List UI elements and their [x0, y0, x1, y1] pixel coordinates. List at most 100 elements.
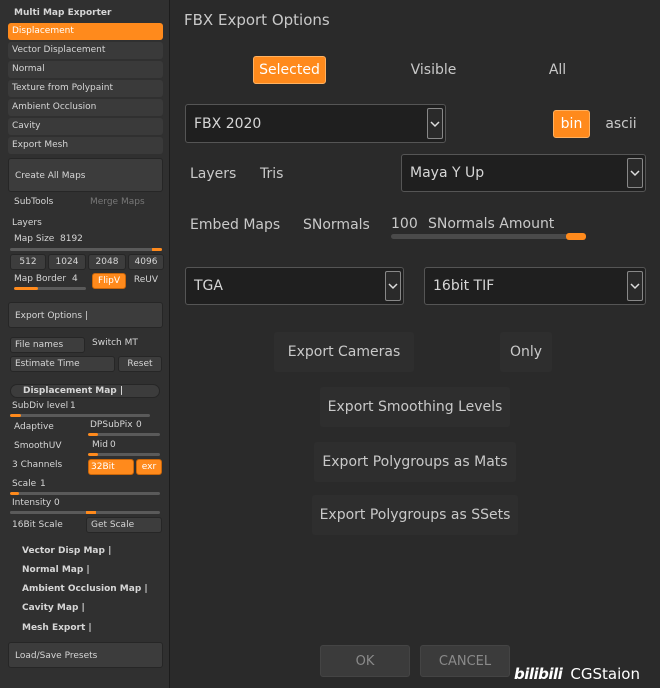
snormals-amount-slider[interactable] [391, 233, 586, 240]
size-4096-button[interactable]: 4096 [128, 254, 164, 270]
16bit-scale-button[interactable]: 16Bit Scale [12, 518, 82, 532]
up-axis-dropdown[interactable]: Maya Y Up [401, 154, 646, 192]
export-polygroups-ssets-button[interactable]: Export Polygroups as SSets [312, 495, 518, 535]
intensity-slider[interactable] [10, 511, 160, 514]
mid-value: 0 [110, 440, 116, 450]
only-button[interactable]: Only [500, 332, 552, 372]
fbx-version-value: FBX 2020 [194, 116, 262, 132]
embed-maps-button[interactable]: Embed Maps [190, 214, 290, 236]
normal-map-label: Normal Map [22, 565, 84, 575]
three-channels-button[interactable]: 3 Channels [12, 460, 82, 473]
displacement-map-label: Displacement Map [23, 386, 117, 396]
panel-title: Multi Map Exporter [14, 8, 112, 18]
map-row-normal[interactable]: Normal [8, 61, 163, 78]
vector-disp-map-label: Vector Disp Map [22, 546, 105, 556]
snormals-button[interactable]: SNormals [303, 214, 383, 236]
dialog-title: FBX Export Options [184, 11, 330, 29]
switch-mt-button[interactable]: Switch MT [92, 338, 162, 353]
scale-label: Scale [12, 479, 37, 489]
get-scale-button[interactable]: Get Scale [86, 517, 162, 533]
size-512-button[interactable]: 512 [10, 254, 46, 270]
merge-maps-button[interactable]: Merge Maps [90, 197, 160, 211]
map-border-label: Map Border [14, 274, 67, 284]
bin-button[interactable]: bin [553, 110, 590, 138]
scale-value: 1 [40, 479, 46, 489]
chevron-down-icon [627, 271, 643, 301]
map-row-export-mesh[interactable]: Export Mesh [8, 137, 163, 154]
chevron-down-icon [627, 158, 643, 188]
file-names-button[interactable]: File names [10, 337, 85, 353]
cavity-map-section[interactable]: Cavity Map | [4, 603, 164, 617]
visible-button[interactable]: Visible [396, 56, 471, 84]
map-border-slider[interactable] [14, 287, 86, 290]
export-options-label: Export Options [15, 311, 83, 321]
estimate-time-button[interactable]: Estimate Time [10, 356, 115, 372]
subdiv-level-label: SubDiv level [12, 401, 69, 411]
flipv-button[interactable]: FlipV [92, 273, 126, 289]
scale-slider[interactable] [10, 492, 160, 495]
dpsubpix-value: 0 [136, 420, 142, 430]
create-all-maps-button[interactable]: Create All Maps [8, 158, 163, 192]
watermark-logo: bilibili [514, 665, 563, 683]
slider-handle[interactable] [566, 233, 586, 240]
mesh-export-section[interactable]: Mesh Export | [4, 623, 164, 637]
layers-button[interactable]: Layers [190, 163, 250, 185]
ambient-occlusion-map-section[interactable]: Ambient Occlusion Map | [4, 584, 164, 598]
export-options-button[interactable]: Export Options | [8, 302, 163, 328]
map-row-vector-displacement[interactable]: Vector Displacement [8, 42, 163, 59]
normal-map-section[interactable]: Normal Map | [4, 565, 164, 579]
chevron-down-icon [385, 271, 401, 301]
mid-slider[interactable] [88, 453, 160, 456]
map-row-texture-from-polypaint[interactable]: Texture from Polypaint [8, 80, 163, 97]
texture-format-value: TGA [194, 278, 223, 294]
texture-format-dropdown[interactable]: TGA [185, 267, 404, 305]
multi-map-exporter-panel: Multi Map Exporter Displacement Vector D… [0, 0, 170, 688]
displacement-map-section[interactable]: Displacement Map | [10, 384, 160, 398]
subdiv-level-value: 1 [70, 401, 76, 411]
snormals-amount-label: SNormals Amount [428, 216, 555, 232]
bit-format-value: 16bit TIF [433, 278, 495, 294]
ascii-button[interactable]: ascii [596, 110, 646, 138]
map-row-displacement[interactable]: Displacement [8, 23, 163, 40]
size-2048-button[interactable]: 2048 [88, 254, 126, 270]
layers-label[interactable]: Layers [12, 218, 72, 231]
cavity-map-label: Cavity Map [22, 603, 79, 613]
watermark: bilibili CGStaion [514, 664, 660, 686]
export-polygroups-mats-button[interactable]: Export Polygroups as Mats [314, 442, 516, 482]
map-row-ambient-occlusion[interactable]: Ambient Occlusion [8, 99, 163, 116]
selected-button[interactable]: Selected [253, 56, 326, 84]
mid-label: Mid [92, 440, 108, 450]
tris-button[interactable]: Tris [260, 163, 300, 185]
size-1024-button[interactable]: 1024 [48, 254, 86, 270]
fbx-version-dropdown[interactable]: FBX 2020 [185, 104, 446, 143]
32bit-button[interactable]: 32Bit [88, 459, 134, 475]
reuv-button[interactable]: ReUV [128, 273, 164, 289]
all-button[interactable]: All [525, 56, 590, 84]
chevron-down-icon [427, 108, 443, 139]
snormals-amount-value: 100 [391, 216, 418, 232]
watermark-text: CGStaion [570, 665, 640, 683]
up-axis-value: Maya Y Up [410, 165, 485, 181]
bit-format-dropdown[interactable]: 16bit TIF [424, 267, 646, 305]
ok-button[interactable]: OK [320, 645, 410, 677]
map-size-value: 8192 [60, 234, 83, 244]
ambient-occlusion-map-label: Ambient Occlusion Map [22, 584, 142, 594]
load-save-presets-button[interactable]: Load/Save Presets [8, 642, 163, 668]
subtools-button[interactable]: SubTools [14, 197, 84, 211]
mesh-export-label: Mesh Export [22, 623, 86, 633]
exr-button[interactable]: exr [136, 459, 162, 475]
fbx-export-options-dialog: FBX Export Options Selected Visible All … [170, 0, 660, 688]
vector-disp-map-section[interactable]: Vector Disp Map | [4, 546, 164, 560]
smoothuv-button[interactable]: SmoothUV [14, 441, 74, 454]
map-row-cavity[interactable]: Cavity [8, 118, 163, 135]
adaptive-button[interactable]: Adaptive [14, 422, 74, 435]
export-smoothing-levels-button[interactable]: Export Smoothing Levels [320, 387, 510, 427]
dpsubpix-label: DPSubPix [90, 420, 133, 430]
map-size-slider[interactable] [10, 248, 162, 251]
export-cameras-button[interactable]: Export Cameras [274, 332, 414, 372]
subdiv-level-slider[interactable] [10, 414, 150, 417]
dpsubpix-slider[interactable] [88, 433, 160, 436]
reset-button[interactable]: Reset [118, 356, 162, 372]
cancel-button[interactable]: CANCEL [420, 645, 510, 677]
map-border-value: 4 [72, 274, 78, 284]
